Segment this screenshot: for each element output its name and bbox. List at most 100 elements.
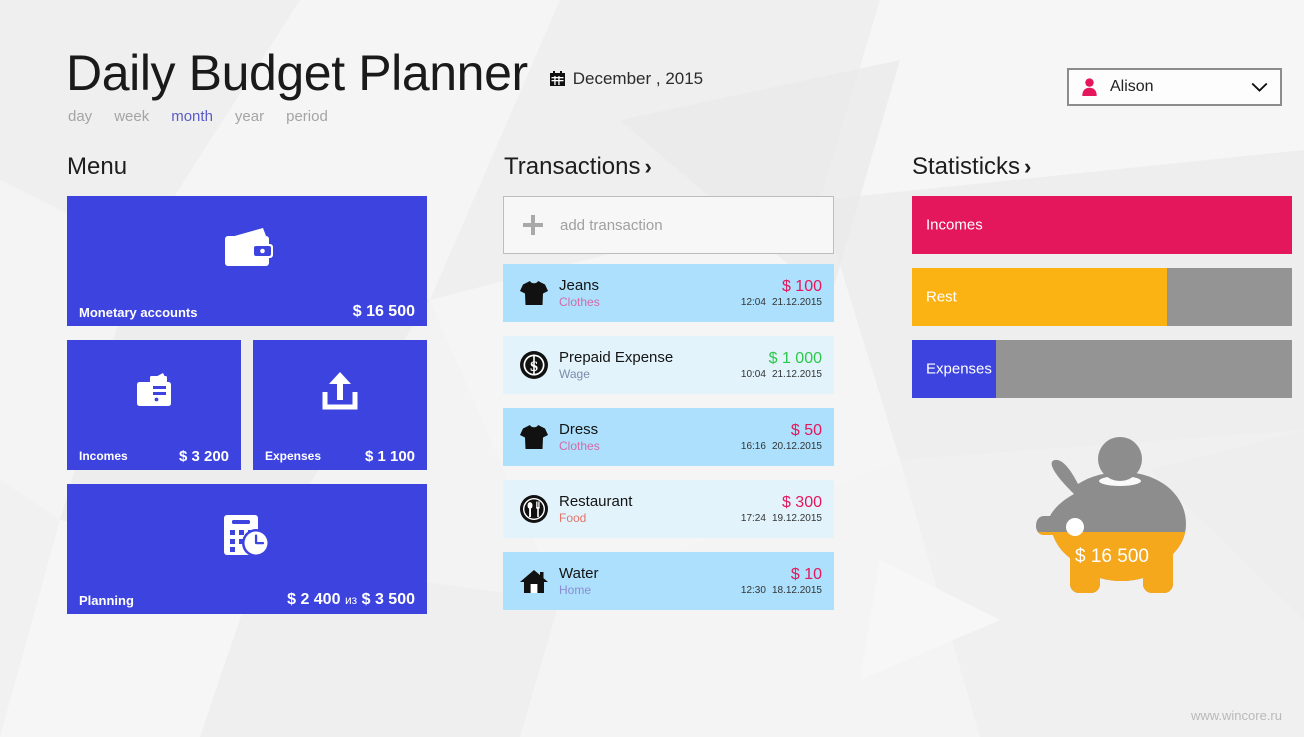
tile-value-separator: из bbox=[344, 593, 358, 607]
tile-monetary-accounts[interactable]: Monetary accounts $ 16 500 bbox=[67, 196, 427, 326]
transaction-meta: 12:30 18.12.2015 bbox=[741, 584, 822, 598]
transaction-category: Food bbox=[559, 510, 587, 525]
title-row: Daily Budget Planner December , 2015 bbox=[66, 44, 703, 102]
transactions-heading-label: Transactions bbox=[504, 153, 641, 180]
tile-value: $ 2 400 из $ 3 500 bbox=[287, 591, 415, 609]
calendar-icon bbox=[549, 71, 565, 86]
transaction-amount-block: $ 50 16:16 20.12.2015 bbox=[741, 421, 822, 454]
tile-footer: Planning $ 2 400 из $ 3 500 bbox=[67, 586, 427, 614]
tile-value: $ 3 200 bbox=[178, 447, 229, 465]
user-icon bbox=[1082, 77, 1097, 96]
tile-value-total: $ 3 500 bbox=[361, 591, 415, 608]
transactions-arrow-icon[interactable]: › bbox=[645, 154, 652, 179]
statistics-heading[interactable]: Statisticks › bbox=[912, 153, 1031, 181]
user-name-label: Alison bbox=[1110, 78, 1154, 95]
upload-arrow-icon bbox=[322, 372, 358, 410]
tile-value: $ 1 100 bbox=[364, 447, 415, 465]
stat-bar-incomes[interactable]: Incomes bbox=[912, 196, 1292, 254]
period-tabs: day week month year period bbox=[68, 108, 328, 125]
tile-row: Incomes $ 3 200 Expenses $ 1 100 bbox=[67, 340, 427, 470]
add-transaction-button[interactable]: add transaction bbox=[503, 196, 834, 254]
tile-footer: Monetary accounts $ 16 500 bbox=[67, 298, 427, 326]
transaction-date: 21.12.2015 bbox=[771, 368, 822, 380]
period-tab-week[interactable]: week bbox=[114, 108, 149, 125]
transaction-meta: 16:16 20.12.2015 bbox=[741, 440, 822, 454]
transactions-heading[interactable]: Transactions › bbox=[504, 153, 652, 181]
transaction-info: Prepaid Expense Wage bbox=[559, 349, 741, 382]
wallet-icon bbox=[225, 228, 273, 266]
transaction-name: Water bbox=[559, 564, 599, 582]
transaction-row[interactable]: Jeans Clothes $ 100 12:04 21.12.2015 bbox=[503, 264, 834, 322]
transaction-time: 12:04 bbox=[740, 296, 766, 308]
transaction-meta: 10:04 21.12.2015 bbox=[741, 368, 822, 382]
footer-url[interactable]: www.wincore.ru bbox=[1191, 708, 1282, 723]
transaction-row[interactable]: Dress Clothes $ 50 16:16 20.12.2015 bbox=[503, 408, 834, 466]
current-period-label: December , 2015 bbox=[572, 68, 704, 88]
statistics-heading-label: Statisticks bbox=[912, 153, 1021, 180]
home-icon bbox=[517, 568, 551, 595]
transaction-info: Dress Clothes bbox=[559, 421, 741, 454]
transaction-category: Home bbox=[559, 582, 592, 597]
transaction-name: Dress bbox=[559, 420, 599, 438]
transaction-info: Jeans Clothes bbox=[559, 277, 741, 310]
tshirt-icon bbox=[517, 279, 551, 307]
tile-expenses[interactable]: Expenses $ 1 100 bbox=[253, 340, 427, 470]
transaction-category: Wage bbox=[559, 366, 590, 381]
app-root: Daily Budget Planner December , 2015 day… bbox=[0, 0, 1304, 737]
tile-footer: Incomes $ 3 200 bbox=[67, 442, 241, 470]
statistics-bars: Incomes Rest Expenses bbox=[912, 196, 1292, 412]
transaction-amount-block: $ 10 12:30 18.12.2015 bbox=[741, 565, 822, 598]
transaction-row[interactable]: S Prepaid Expense Wage $ 1 000 10:04 21.1… bbox=[503, 336, 834, 394]
statistics-arrow-icon[interactable]: › bbox=[1024, 154, 1031, 179]
tile-label: Expenses bbox=[265, 449, 322, 463]
wallet-money-icon bbox=[137, 373, 171, 406]
chevron-down-icon[interactable] bbox=[1251, 82, 1268, 93]
period-tab-month[interactable]: month bbox=[171, 108, 213, 125]
period-tab-year[interactable]: year bbox=[235, 108, 264, 125]
transaction-time: 16:16 bbox=[740, 440, 766, 452]
transaction-date: 21.12.2015 bbox=[771, 296, 822, 308]
transaction-meta: 12:04 21.12.2015 bbox=[741, 296, 822, 310]
transaction-date: 19.12.2015 bbox=[771, 512, 822, 524]
menu-heading: Menu bbox=[67, 153, 128, 180]
transaction-amount-block: $ 100 12:04 21.12.2015 bbox=[741, 277, 822, 310]
calendar-clock-icon bbox=[224, 515, 270, 557]
tile-label: Incomes bbox=[79, 449, 128, 463]
tile-incomes[interactable]: Incomes $ 3 200 bbox=[67, 340, 241, 470]
tile-planning[interactable]: Planning $ 2 400 из $ 3 500 bbox=[67, 484, 427, 614]
dollar-coin-icon: S bbox=[517, 350, 551, 380]
transaction-amount: $ 1 000 bbox=[768, 349, 822, 367]
piggy-bank-widget[interactable]: $ 16 500 bbox=[1012, 432, 1212, 622]
transaction-amount-block: $ 1 000 10:04 21.12.2015 bbox=[741, 349, 822, 382]
plus-icon bbox=[523, 215, 543, 235]
tile-icon-area bbox=[67, 196, 427, 300]
transaction-info: Water Home bbox=[559, 565, 741, 598]
add-transaction-label: add transaction bbox=[560, 216, 663, 234]
transactions-list: add transaction Jeans Clothes $ 100 12:0… bbox=[503, 196, 834, 624]
page-title: Daily Budget Planner bbox=[66, 45, 528, 101]
transaction-date: 18.12.2015 bbox=[771, 584, 822, 596]
transaction-name: Restaurant bbox=[559, 492, 633, 510]
period-tab-day[interactable]: day bbox=[68, 108, 92, 125]
tile-label: Monetary accounts bbox=[79, 304, 198, 320]
stat-label: Expenses bbox=[926, 360, 992, 378]
piggy-bank-icon bbox=[1036, 437, 1186, 594]
transaction-amount: $ 300 bbox=[781, 493, 822, 511]
tile-value-spent: $ 2 400 bbox=[287, 591, 341, 608]
stat-bar-expenses[interactable]: Expenses bbox=[912, 340, 1292, 398]
date-group[interactable]: December , 2015 bbox=[549, 68, 704, 89]
restaurant-icon bbox=[517, 494, 551, 524]
period-tab-period[interactable]: period bbox=[286, 108, 328, 125]
transaction-row[interactable]: Water Home $ 10 12:30 18.12.2015 bbox=[503, 552, 834, 610]
stat-label: Rest bbox=[926, 288, 957, 306]
transaction-name: Prepaid Expense bbox=[559, 348, 674, 366]
tile-icon-area bbox=[67, 340, 241, 444]
tile-footer: Expenses $ 1 100 bbox=[253, 442, 427, 470]
stat-bar-rest[interactable]: Rest bbox=[912, 268, 1292, 326]
tile-label: Planning bbox=[79, 592, 134, 608]
transaction-amount: $ 100 bbox=[781, 277, 822, 295]
tshirt-icon bbox=[517, 423, 551, 451]
user-account-select[interactable]: Alison bbox=[1067, 68, 1282, 106]
tile-icon-area bbox=[253, 340, 427, 444]
transaction-row[interactable]: Restaurant Food $ 300 17:24 19.12.2015 bbox=[503, 480, 834, 538]
